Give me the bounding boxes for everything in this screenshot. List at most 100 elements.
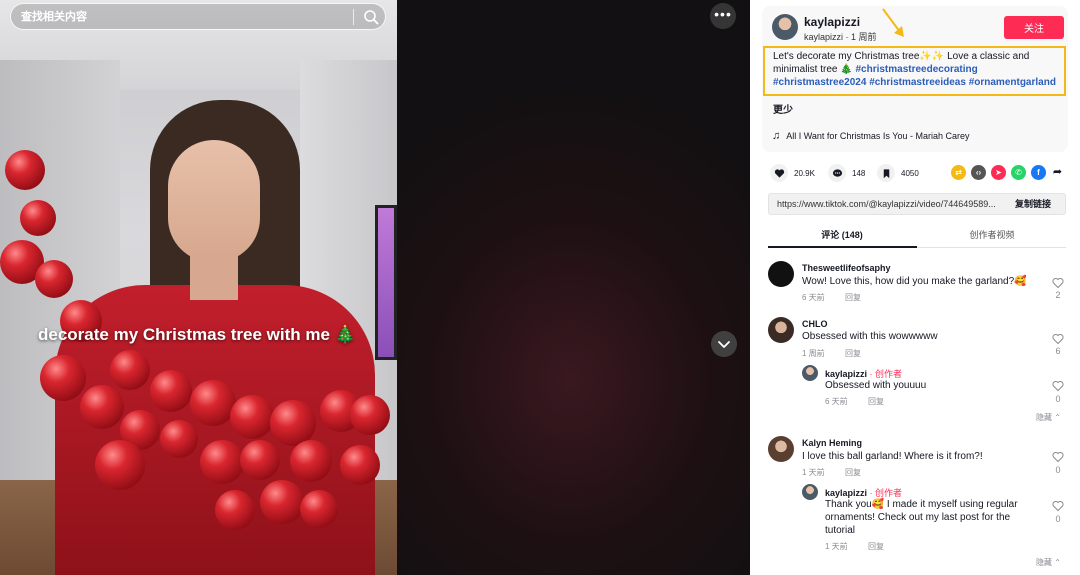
active-tab-indicator [768, 246, 917, 248]
reply-button[interactable]: 回复 [868, 396, 884, 407]
comment-time: 6 天前 [802, 293, 825, 302]
commenter-avatar[interactable] [768, 317, 794, 343]
facebook-icon[interactable]: f [1031, 165, 1046, 180]
ornament-ball [230, 395, 274, 439]
share-send-icon[interactable]: ➤ [991, 165, 1006, 180]
video-player[interactable]: decorate my Christmas tree with me 🎄 ••• [0, 0, 750, 575]
like-count: 20.9K [794, 168, 815, 178]
author-avatar[interactable] [772, 14, 798, 40]
ornament-ball [290, 440, 332, 482]
comment-username[interactable]: CHLO [802, 319, 828, 329]
video-frame: decorate my Christmas tree with me 🎄 [0, 0, 397, 575]
tab-creator-videos[interactable]: 创作者视频 [918, 228, 1066, 241]
ornament-ball [110, 350, 150, 390]
comment-text: I love this ball garland! Where is it fr… [802, 451, 983, 462]
ornament-ball [95, 440, 145, 490]
engagement-stats: 20.9K 148 4050 ⇄ ‹› ➤ ✆ f ➦ [770, 164, 1070, 182]
ornament-ball [190, 380, 236, 426]
hashtag[interactable]: #christmastreedecorating [855, 64, 977, 75]
embed-code-icon[interactable]: ‹› [971, 165, 986, 180]
hashtag[interactable]: #christmastreeideas [869, 77, 966, 88]
whatsapp-icon[interactable]: ✆ [1011, 165, 1026, 180]
ornament-ball [20, 200, 56, 236]
comment-time: 6 天前 [825, 397, 848, 406]
author-meta: kaylapizzi · 1 周前 [804, 30, 877, 43]
ornament-ball [5, 150, 45, 190]
next-video-button[interactable] [711, 331, 737, 357]
ornament-ball [35, 260, 73, 298]
commenter-avatar[interactable] [802, 484, 818, 500]
search-input[interactable] [21, 9, 341, 25]
heart-icon[interactable] [770, 164, 788, 182]
creator-badge: · 创作者 [869, 369, 903, 379]
comment-like-count: 2 [1055, 290, 1061, 300]
comment-text: Obsessed with youuuu [825, 380, 927, 391]
author-username[interactable]: kaylapizzi [804, 32, 843, 42]
reply-button[interactable]: 回复 [845, 467, 861, 478]
comment-username[interactable]: Kalyn Heming [802, 438, 862, 448]
video-link-box[interactable]: https://www.tiktok.com/@kaylapizzi/video… [768, 193, 1066, 215]
ornament-ball [240, 440, 280, 480]
comment-time: 1 天前 [825, 542, 848, 551]
chevron-down-icon [718, 341, 730, 348]
comment-time: 1 天前 [802, 468, 825, 477]
comment-text: Thank you🥰 I made it myself using regula… [825, 499, 1018, 536]
commenter-avatar[interactable] [802, 365, 818, 381]
search-icon[interactable] [363, 9, 379, 25]
ornament-ball [260, 480, 304, 524]
save-count: 4050 [901, 168, 919, 178]
music-title[interactable]: All I Want for Christmas Is You - Mariah… [786, 131, 969, 141]
comment-text: Wow! Love this, how did you make the gar… [802, 276, 1027, 287]
comment-like-icon[interactable] [1052, 333, 1064, 345]
reply-button[interactable]: 回复 [845, 348, 861, 359]
hashtag[interactable]: #christmastree2024 [773, 77, 866, 88]
hide-replies-button[interactable]: 隐藏 ⌃ [1036, 412, 1061, 423]
video-url[interactable]: https://www.tiktok.com/@kaylapizzi/video… [777, 199, 1007, 209]
music-link[interactable]: ♫ All I Want for Christmas Is You - Maria… [772, 130, 969, 142]
creator-badge: · 创作者 [869, 488, 903, 498]
comment-like-count: 0 [1055, 514, 1061, 524]
share-arrow-icon[interactable]: ➦ [1050, 165, 1065, 180]
search-bar[interactable] [10, 3, 386, 30]
ornament-ball [340, 445, 380, 485]
reply-username[interactable]: kaylapizzi [825, 369, 867, 379]
show-less-button[interactable]: 更少 [773, 101, 793, 116]
comment-like-icon[interactable] [1052, 451, 1064, 463]
comment-time: 1 周前 [802, 349, 825, 358]
comment-like-count: 6 [1055, 346, 1061, 356]
ornament-ball [80, 385, 124, 429]
copy-link-button[interactable]: 复制链接 [1015, 197, 1051, 210]
ornament-ball [40, 355, 86, 401]
author-display-name[interactable]: kaylapizzi [804, 15, 860, 29]
comment-icon[interactable] [828, 164, 846, 182]
commenter-avatar[interactable] [768, 261, 794, 287]
ornament-ball [200, 440, 244, 484]
comment-like-icon[interactable] [1052, 277, 1064, 289]
bookmark-icon[interactable] [877, 164, 895, 182]
comment-like-icon[interactable] [1052, 380, 1064, 392]
save-stat[interactable]: 4050 [877, 164, 919, 182]
more-dots-icon: ••• [714, 6, 732, 22]
reply-username[interactable]: kaylapizzi [825, 488, 867, 498]
follow-button[interactable]: 关注 [1004, 16, 1064, 39]
hide-replies-button[interactable]: 隐藏 ⌃ [1036, 557, 1061, 568]
video-caption: decorate my Christmas tree with me 🎄 [38, 325, 356, 344]
comment-username[interactable]: Thesweetlifeofsaphy [802, 263, 891, 273]
ornament-ball [215, 490, 255, 530]
scene-tv [375, 205, 397, 360]
tab-comments[interactable]: 评论 (148) [768, 228, 916, 241]
like-stat[interactable]: 20.9K [770, 164, 815, 182]
commenter-avatar[interactable] [768, 436, 794, 462]
reply-button[interactable]: 回复 [868, 541, 884, 552]
comment-like-icon[interactable] [1052, 500, 1064, 512]
post-time: 1 周前 [851, 32, 877, 42]
person-face [168, 140, 260, 262]
comment-like-count: 0 [1055, 394, 1061, 404]
hashtag[interactable]: #ornamentgarland [969, 77, 1056, 88]
reply-button[interactable]: 回复 [845, 292, 861, 303]
comment-stat[interactable]: 148 [828, 164, 865, 182]
ornament-ball [350, 395, 390, 435]
more-options-button[interactable]: ••• [710, 3, 736, 29]
video-description: Let's decorate my Christmas tree✨✨ Love … [763, 46, 1066, 96]
share-friends-icon[interactable]: ⇄ [951, 165, 966, 180]
